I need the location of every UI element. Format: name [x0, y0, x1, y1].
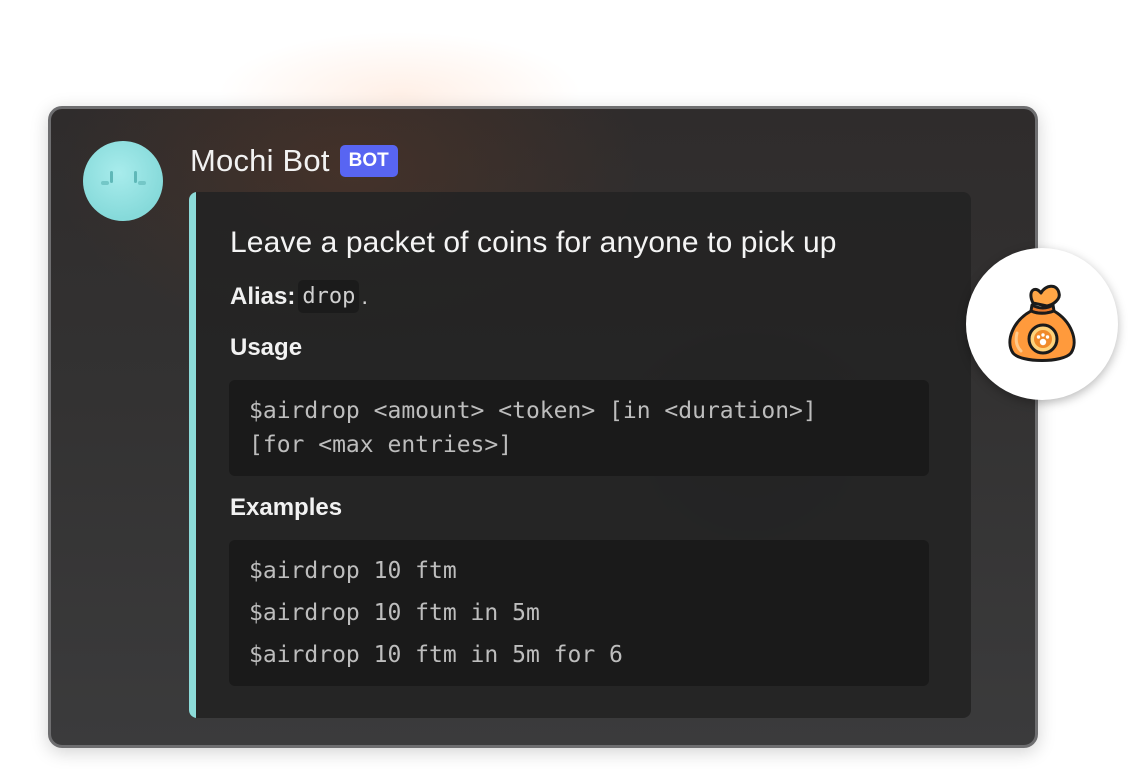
usage-line: $airdrop <amount> <token> [in <duration>…: [249, 398, 817, 424]
alias-suffix: .: [361, 282, 369, 310]
alias-label: Alias:: [230, 282, 296, 310]
help-embed: Leave a packet of coins for anyone to pi…: [189, 192, 971, 718]
message-header: Mochi Bot BOT: [190, 141, 398, 181]
bot-badge: BOT: [339, 145, 398, 177]
alias-line: Alias: drop .: [230, 280, 368, 313]
usage-label: Usage: [230, 334, 303, 361]
message-card: Mochi Bot BOT Leave a packet of coins fo…: [48, 106, 1038, 748]
usage-code-block: $airdrop <amount> <token> [in <duration>…: [229, 380, 929, 476]
embed-title: Leave a packet of coins for anyone to pi…: [230, 226, 837, 259]
avatar-cheek-icon: [101, 181, 109, 185]
author-name[interactable]: Mochi Bot: [190, 143, 330, 179]
embed-accent-bar: [189, 192, 196, 718]
example-line: $airdrop 10 ftm in 5m: [249, 600, 540, 626]
coin-bag-icon: [1008, 284, 1076, 362]
stage: Mochi Bot BOT Leave a packet of coins fo…: [0, 0, 1128, 769]
example-line: $airdrop 10 ftm in 5m for 6: [249, 642, 623, 668]
coin-bag-badge: [966, 248, 1118, 400]
avatar-eye-icon: [110, 171, 113, 183]
usage-line: [for <max entries>]: [249, 432, 513, 458]
examples-label: Examples: [230, 494, 343, 521]
alias-value: drop: [298, 280, 360, 313]
examples-code-block: $airdrop 10 ftm $airdrop 10 ftm in 5m $a…: [229, 540, 929, 686]
example-line: $airdrop 10 ftm: [249, 558, 457, 584]
avatar-cheek-icon: [138, 181, 146, 185]
avatar-eye-icon: [134, 171, 137, 183]
bot-avatar[interactable]: [83, 141, 163, 221]
